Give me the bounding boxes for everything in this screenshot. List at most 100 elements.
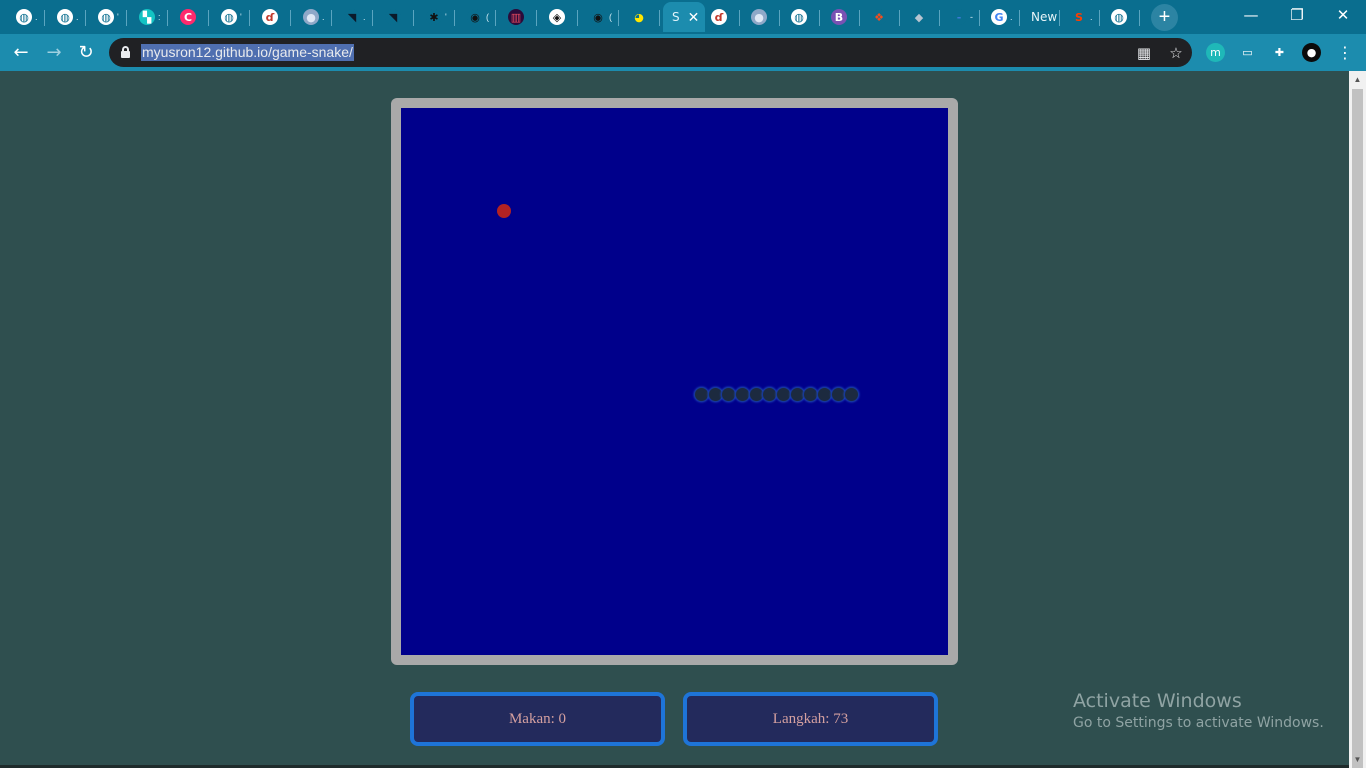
codepen-icon: ◈ — [549, 9, 565, 25]
browser-tab[interactable]: ◍ — [1102, 2, 1140, 32]
puzzle-icon[interactable]: ✚ — [1270, 43, 1289, 62]
globe-icon: ◍ — [98, 9, 114, 25]
browser-tab[interactable]: ● — [742, 2, 780, 32]
tab-active-snake-game[interactable]: S ✕ — [663, 2, 705, 32]
activate-windows-watermark: Activate Windows Go to Settings to activ… — [1073, 690, 1324, 733]
tab-title-fragment: ' — [445, 12, 447, 22]
close-window-button[interactable]: ✕ — [1320, 0, 1366, 32]
tab-title-fragment: ' — [117, 12, 119, 22]
tab-title-fragment: . — [363, 12, 366, 22]
barcode-icon: ▥ — [508, 9, 524, 25]
food-dot — [496, 203, 511, 218]
dark-dots-icon: ✱ — [426, 9, 442, 25]
tab-title-fragment: ( — [486, 12, 489, 22]
food-counter: Makan: 0 — [410, 692, 665, 746]
snake-segment — [693, 386, 709, 402]
browser-tab[interactable]: ◉( — [458, 2, 496, 32]
snake-segment — [817, 386, 833, 402]
m-extension-icon[interactable]: m — [1206, 43, 1225, 62]
browser-tab[interactable]: ◉( — [581, 2, 619, 32]
snake-segment — [844, 386, 860, 402]
pacman-icon: ◕ — [631, 9, 647, 25]
teal-square-icon: ▚ — [139, 9, 155, 25]
new-tab-text-icon: New — [1031, 9, 1058, 25]
layers-icon: ◆ — [911, 9, 927, 25]
google-icon: G — [991, 9, 1007, 25]
browser-tab[interactable]: ◍. — [7, 2, 45, 32]
close-tab-icon[interactable]: ✕ — [688, 9, 700, 26]
game-board[interactable] — [401, 108, 948, 655]
browser-tab[interactable]: ◈ — [540, 2, 578, 32]
browser-tab[interactable]: ◕ — [622, 2, 660, 32]
browser-tab[interactable]: ✱ ' — [417, 2, 455, 32]
watermark-subtitle: Go to Settings to activate Windows. — [1073, 715, 1324, 731]
browser-tab[interactable]: ●. — [294, 2, 332, 32]
pink-c-icon: C — [180, 9, 196, 25]
browser-tab[interactable]: ▥ — [499, 2, 537, 32]
sphere-icon: ● — [751, 9, 767, 25]
tab-title-fragment: . — [76, 12, 79, 22]
browser-tab[interactable]: G. — [982, 2, 1020, 32]
github-icon: ◉ — [590, 9, 606, 25]
browser-tab[interactable]: ◍ ' — [89, 2, 127, 32]
globe-icon: ◍ — [57, 9, 73, 25]
scrollbar-thumb[interactable] — [1352, 89, 1363, 768]
globe-icon: ◍ — [16, 9, 32, 25]
globe-icon: ◍ — [1111, 9, 1127, 25]
minimize-button[interactable]: — — [1228, 0, 1274, 32]
figma-icon: ❖ — [871, 9, 887, 25]
address-bar[interactable]: myusron12.github.io/game-snake/ ▦ ☆ — [109, 38, 1192, 67]
browser-tab[interactable]: ɗ — [702, 2, 740, 32]
new-tab-button[interactable]: + — [1151, 4, 1178, 31]
watermark-title: Activate Windows — [1073, 690, 1242, 712]
globe-icon: ◍ — [791, 9, 807, 25]
browser-toolbar: ← → ↻ myusron12.github.io/game-snake/ ▦ … — [0, 34, 1366, 71]
tab-title-fragment: . — [322, 12, 325, 22]
browser-tab[interactable]: ◥. — [335, 2, 373, 32]
tab-title-fragment: . — [1010, 12, 1013, 22]
flame-logo-icon: ɗ — [262, 9, 278, 25]
tab-title-fragment: . — [1090, 12, 1093, 22]
url-text[interactable]: myusron12.github.io/game-snake/ — [141, 44, 354, 61]
tab-title-fragment: ' — [240, 12, 242, 22]
snake-segment — [776, 386, 792, 402]
pip-extension-icon[interactable]: ▭ — [1238, 43, 1257, 62]
browser-tab[interactable]: ◍ ' — [212, 2, 250, 32]
tab-title-fragment: : — [158, 12, 161, 22]
tab-title-fragment: - — [970, 12, 973, 22]
browser-menu-icon[interactable]: ⋮ — [1332, 40, 1358, 66]
snake-segment — [735, 386, 750, 402]
browser-tab[interactable]: ɗ — [253, 2, 291, 32]
tab-title-fragment: ( — [609, 12, 612, 22]
browser-tab[interactable]: B — [822, 2, 860, 32]
game-board-frame — [391, 98, 958, 665]
qr-code-icon[interactable]: ▦ — [1135, 44, 1153, 62]
bookmark-star-icon[interactable]: ☆ — [1167, 44, 1185, 62]
flame-logo-icon: ɗ — [711, 9, 727, 25]
browser-tab[interactable]: New — [1022, 2, 1060, 32]
tab-strip: ◍. ◍. ◍ ' ▚: C ◍ ' ɗ ●. ◥. ◥ ✱ ' ◉(▥ ◈ ◉(◕ S ✕ ɗ ● ◍ B ❖ ◆ - - G… — [0, 0, 1366, 34]
browser-tab[interactable]: ◍ — [782, 2, 820, 32]
browser-tab[interactable]: C — [171, 2, 209, 32]
globe-icon: ◍ — [221, 9, 237, 25]
reload-button[interactable]: ↻ — [73, 40, 99, 66]
browser-tab[interactable]: ❖ — [862, 2, 900, 32]
browser-tab[interactable]: ◍. — [48, 2, 86, 32]
scroll-down-icon[interactable]: ▼ — [1349, 751, 1366, 768]
browser-tab[interactable]: ◆ — [902, 2, 940, 32]
page-scrollbar[interactable]: ▲ ▼ — [1349, 71, 1366, 768]
browser-tab[interactable]: ▚: — [130, 2, 168, 32]
profile-avatar[interactable]: ● — [1302, 43, 1321, 62]
triangle-logo-icon: ◥ — [385, 9, 401, 25]
active-tab-title: S — [672, 10, 680, 24]
bootstrap-icon: B — [831, 9, 847, 25]
scroll-up-icon[interactable]: ▲ — [1349, 71, 1366, 88]
browser-tab[interactable]: ◥ — [376, 2, 414, 32]
lock-icon[interactable] — [121, 46, 130, 58]
back-button[interactable]: ← — [8, 40, 34, 66]
browser-tab[interactable]: S. — [1062, 2, 1100, 32]
step-counter: Langkah: 73 — [683, 692, 938, 746]
restore-button[interactable]: ❐ — [1274, 0, 1320, 32]
browser-tab[interactable]: -- — [942, 2, 980, 32]
forward-button[interactable]: → — [41, 40, 67, 66]
